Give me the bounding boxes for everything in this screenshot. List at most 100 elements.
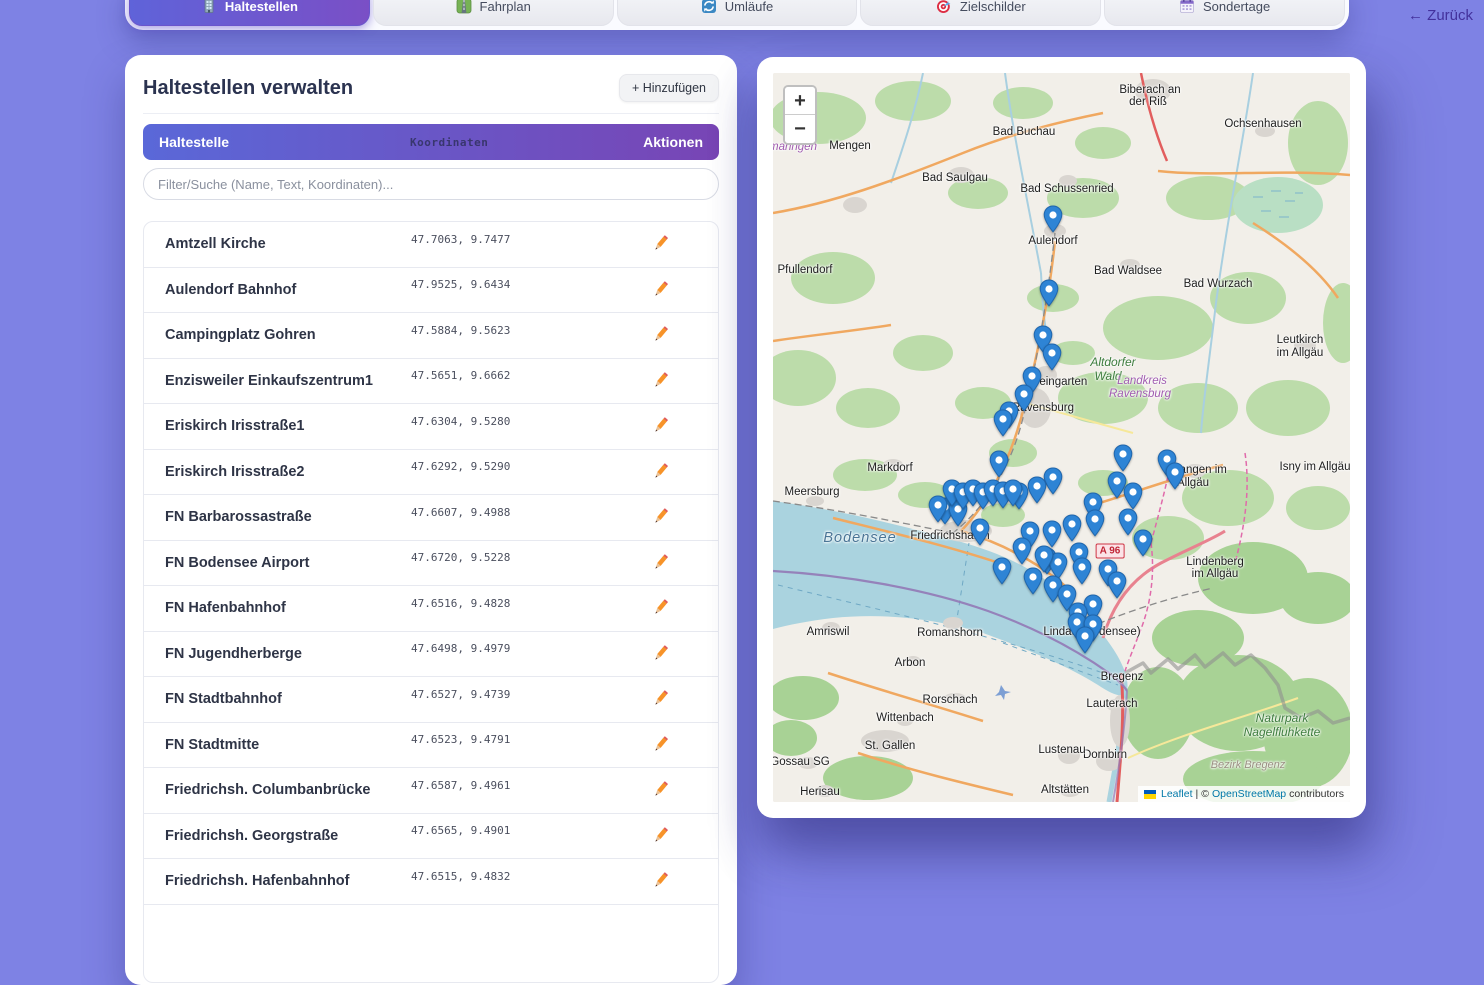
copyright-symbol: ©	[1201, 788, 1209, 800]
map-marker[interactable]	[1075, 626, 1095, 654]
map-marker[interactable]	[928, 495, 948, 523]
stop-coordinates: 47.6523, 9.4791	[411, 733, 510, 746]
edit-button[interactable]	[646, 502, 676, 532]
map-marker[interactable]	[1107, 571, 1127, 599]
stop-name: Aulendorf Bahnhof	[165, 282, 411, 298]
map-marker[interactable]	[1042, 520, 1062, 548]
tab-umlaeufe[interactable]: Umläufe	[617, 0, 858, 26]
tab-sondertage[interactable]: Sondertage	[1104, 0, 1345, 26]
edit-button[interactable]	[646, 320, 676, 350]
stop-name: Eriskirch Irisstraße2	[165, 464, 411, 480]
edit-button[interactable]	[646, 730, 676, 760]
stop-coordinates: 47.6304, 9.5280	[411, 415, 510, 428]
tab-fahrplan[interactable]: Fahrplan	[373, 0, 614, 26]
map-marker[interactable]	[1003, 479, 1023, 507]
edit-button[interactable]	[646, 821, 676, 851]
map-marker[interactable]	[1042, 343, 1062, 371]
map-zoom-control: + −	[783, 85, 817, 145]
arrows-cycle-icon	[701, 0, 717, 14]
map-marker[interactable]	[1027, 476, 1047, 504]
table-row: Eriskirch Irisstraße1 47.6304, 9.5280	[144, 404, 718, 450]
zoom-in-button[interactable]: +	[785, 87, 815, 115]
stop-name: FN Hafenbahnhof	[165, 600, 411, 616]
marker-pin-icon	[1113, 444, 1133, 472]
marker-pin-icon	[1062, 514, 1082, 542]
map-marker[interactable]	[1165, 462, 1185, 490]
zoom-out-button[interactable]: −	[785, 115, 815, 143]
marker-pin-icon	[1123, 482, 1143, 510]
map-marker[interactable]	[970, 518, 990, 546]
stop-name: Eriskirch Irisstraße1	[165, 418, 411, 434]
map-marker[interactable]	[1062, 514, 1082, 542]
stop-coordinates: 47.6516, 9.4828	[411, 597, 510, 610]
map-marker[interactable]	[992, 557, 1012, 585]
edit-button[interactable]	[646, 866, 676, 896]
edit-button[interactable]	[646, 457, 676, 487]
stop-name: Friedrichsh. Hafenbahnhof	[165, 873, 411, 889]
back-link[interactable]: ← Zurück	[1408, 7, 1473, 24]
edit-button[interactable]	[646, 639, 676, 669]
markers-layer	[773, 73, 1350, 802]
edit-button[interactable]	[646, 275, 676, 305]
edit-button[interactable]	[646, 411, 676, 441]
table-row: FN Jugendherberge 47.6498, 9.4979	[144, 632, 718, 678]
marker-pin-icon	[1042, 520, 1062, 548]
map-marker[interactable]	[1012, 537, 1032, 565]
edit-button[interactable]	[646, 366, 676, 396]
map-marker[interactable]	[993, 409, 1013, 437]
pencil-icon	[650, 414, 672, 436]
stop-name: FN Barbarossastraße	[165, 509, 411, 525]
map-marker[interactable]	[1043, 205, 1063, 233]
map-marker[interactable]	[1072, 557, 1092, 585]
stop-name: FN Stadtmitte	[165, 737, 411, 753]
motorway-shield-badge: A 96	[1096, 544, 1125, 559]
stop-coordinates: 47.6565, 9.4901	[411, 824, 510, 837]
add-stop-button[interactable]: + Hinzufügen	[619, 74, 719, 102]
map-marker[interactable]	[1118, 508, 1138, 536]
marker-pin-icon	[1034, 545, 1054, 573]
edit-button[interactable]	[646, 593, 676, 623]
marker-pin-icon	[1043, 205, 1063, 233]
stop-name: FN Jugendherberge	[165, 646, 411, 662]
table-row: Aulendorf Bahnhof 47.9525, 9.6434	[144, 268, 718, 314]
openstreetmap-link[interactable]: OpenStreetMap	[1212, 788, 1286, 800]
leaflet-map[interactable]: maringenMengenPfullendorfBad SaulgauBad …	[773, 73, 1350, 802]
marker-pin-icon	[928, 495, 948, 523]
edit-button[interactable]	[646, 548, 676, 578]
tab-label: Fahrplan	[480, 0, 531, 14]
stop-name: FN Bodensee Airport	[165, 555, 411, 571]
pencil-icon	[650, 460, 672, 482]
edit-button[interactable]	[646, 684, 676, 714]
map-marker[interactable]	[989, 450, 1009, 478]
leaflet-link[interactable]: Leaflet	[1161, 788, 1193, 800]
tab-zielschilder[interactable]: Zielschilder	[860, 0, 1101, 26]
map-marker[interactable]	[1113, 444, 1133, 472]
table-row: Friedrichsh. Georgstraße 47.6565, 9.4901	[144, 814, 718, 860]
table-row: Enzisweiler Einkaufszentrum1 47.5651, 9.…	[144, 359, 718, 405]
edit-button[interactable]	[646, 229, 676, 259]
marker-pin-icon	[1107, 571, 1127, 599]
map-marker[interactable]	[1085, 509, 1105, 537]
stop-name: Friedrichsh. Columbanbrücke	[165, 782, 411, 798]
pencil-icon	[650, 551, 672, 573]
pencil-icon	[650, 596, 672, 618]
divider	[143, 113, 719, 114]
filter-search-input[interactable]	[143, 168, 719, 200]
tab-label: Sondertage	[1203, 0, 1270, 14]
pencil-icon	[650, 505, 672, 527]
map-marker[interactable]	[1123, 482, 1143, 510]
tab-haltestellen[interactable]: Haltestellen	[129, 0, 370, 26]
stop-coordinates: 47.6498, 9.4979	[411, 642, 510, 655]
motorway-icon	[456, 0, 472, 14]
attribution-suffix: contributors	[1289, 788, 1344, 800]
edit-button[interactable]	[646, 775, 676, 805]
marker-pin-icon	[1027, 476, 1047, 504]
stop-coordinates: 47.6587, 9.4961	[411, 779, 510, 792]
map-marker[interactable]	[1039, 279, 1059, 307]
stops-table-body: Amtzell Kirche 47.7063, 9.7477 Aulendorf…	[143, 221, 719, 983]
marker-pin-icon	[1039, 279, 1059, 307]
map-marker[interactable]	[1034, 545, 1054, 573]
table-row: FN Stadtmitte 47.6523, 9.4791	[144, 723, 718, 769]
stop-coordinates: 47.9525, 9.6434	[411, 278, 510, 291]
table-row: Campingplatz Gohren 47.5884, 9.5623	[144, 313, 718, 359]
